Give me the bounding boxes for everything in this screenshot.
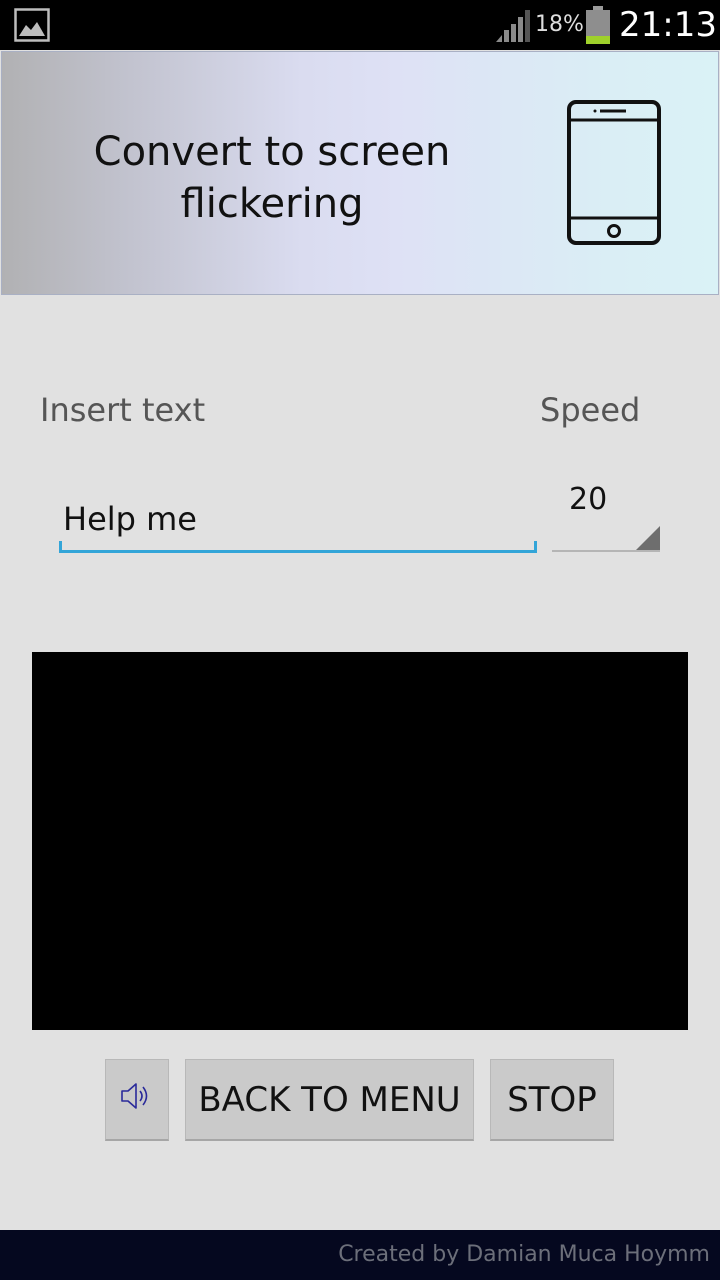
input-underline-tick-right — [534, 541, 537, 553]
smartphone-icon — [566, 100, 662, 251]
battery-percent: 18% — [535, 12, 584, 37]
clock: 21:13 — [619, 5, 717, 45]
back-to-menu-button[interactable]: BACK TO MENU — [185, 1059, 474, 1141]
dropdown-arrow-icon — [636, 526, 660, 555]
speed-spinner[interactable]: 20 — [552, 476, 660, 552]
footer: Created by Damian Muca Hoymm — [0, 1230, 720, 1280]
speed-value: 20 — [569, 482, 608, 517]
gallery-icon — [14, 8, 50, 47]
insert-text-label: Insert text — [40, 391, 206, 429]
footer-credit: Created by Damian Muca Hoymm — [338, 1242, 710, 1267]
text-input[interactable] — [59, 495, 537, 553]
battery-icon — [585, 6, 611, 49]
input-underline-tick-left — [59, 541, 62, 553]
speaker-icon — [120, 1080, 154, 1120]
sound-button[interactable] — [105, 1059, 169, 1141]
banner-title: Convert to screen flickering — [93, 129, 451, 227]
status-bar: 18% 21:13 — [0, 0, 720, 50]
flicker-display — [32, 652, 688, 1030]
stop-button[interactable]: STOP — [490, 1059, 614, 1141]
signal-icon — [496, 10, 530, 47]
header-banner: Convert to screen flickering — [1, 51, 719, 295]
speed-label: Speed — [540, 391, 641, 429]
